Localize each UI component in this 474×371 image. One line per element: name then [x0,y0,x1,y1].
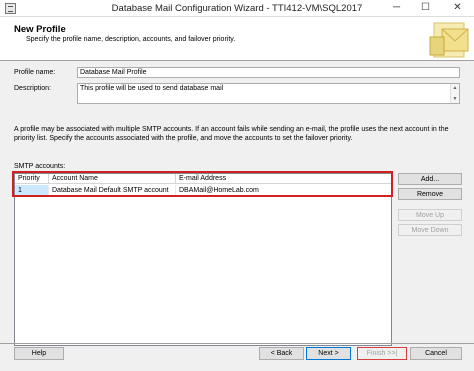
close-button[interactable]: ✕ [446,0,469,16]
smtp-accounts-grid[interactable]: Priority Account Name E-mail Address 1 D… [14,173,392,346]
scroll-up-icon[interactable]: ▲ [451,84,459,92]
description-input[interactable]: This profile will be used to send databa… [77,83,460,104]
back-button[interactable]: < Back [259,347,304,360]
add-account-button[interactable]: Add... [398,173,462,185]
move-down-button[interactable]: Move Down [398,224,462,236]
column-header-account-name[interactable]: Account Name [49,174,176,184]
page-subtitle: Specify the profile name, description, a… [26,36,236,43]
profile-name-value: Database Mail Profile [80,69,147,76]
column-header-email[interactable]: E-mail Address [176,174,391,184]
table-row[interactable]: 1 Database Mail Default SMTP account DBA… [15,185,391,196]
grid-header: Priority Account Name E-mail Address [15,174,391,184]
next-button[interactable]: Next > [306,347,351,360]
finish-button[interactable]: Finish >>| [357,347,407,360]
description-scrollbar[interactable]: ▲ ▼ [450,84,459,103]
maximize-button[interactable]: ☐ [414,0,437,16]
description-value: This profile will be used to send databa… [80,85,224,92]
move-up-button[interactable]: Move Up [398,209,462,221]
remove-account-button[interactable]: Remove [398,188,462,200]
cancel-button[interactable]: Cancel [410,347,462,360]
smtp-accounts-label: SMTP accounts: [14,163,66,170]
page-title: New Profile [14,24,66,35]
cell-email[interactable]: DBAMail@HomeLab.com [176,185,391,196]
column-header-priority[interactable]: Priority [15,174,49,184]
description-label: Description: [14,85,51,92]
footer-divider [0,343,474,344]
profile-name-label: Profile name: [14,69,56,76]
profile-name-input[interactable]: Database Mail Profile [77,67,460,78]
cell-priority[interactable]: 1 [15,185,49,196]
envelope-art-icon [429,22,469,58]
help-button[interactable]: Help [14,347,64,360]
minimize-button[interactable]: ─ [385,0,408,16]
scroll-down-icon[interactable]: ▼ [451,95,459,103]
cell-account-name[interactable]: Database Mail Default SMTP account [49,185,176,196]
info-text: A profile may be associated with multipl… [14,126,449,142]
